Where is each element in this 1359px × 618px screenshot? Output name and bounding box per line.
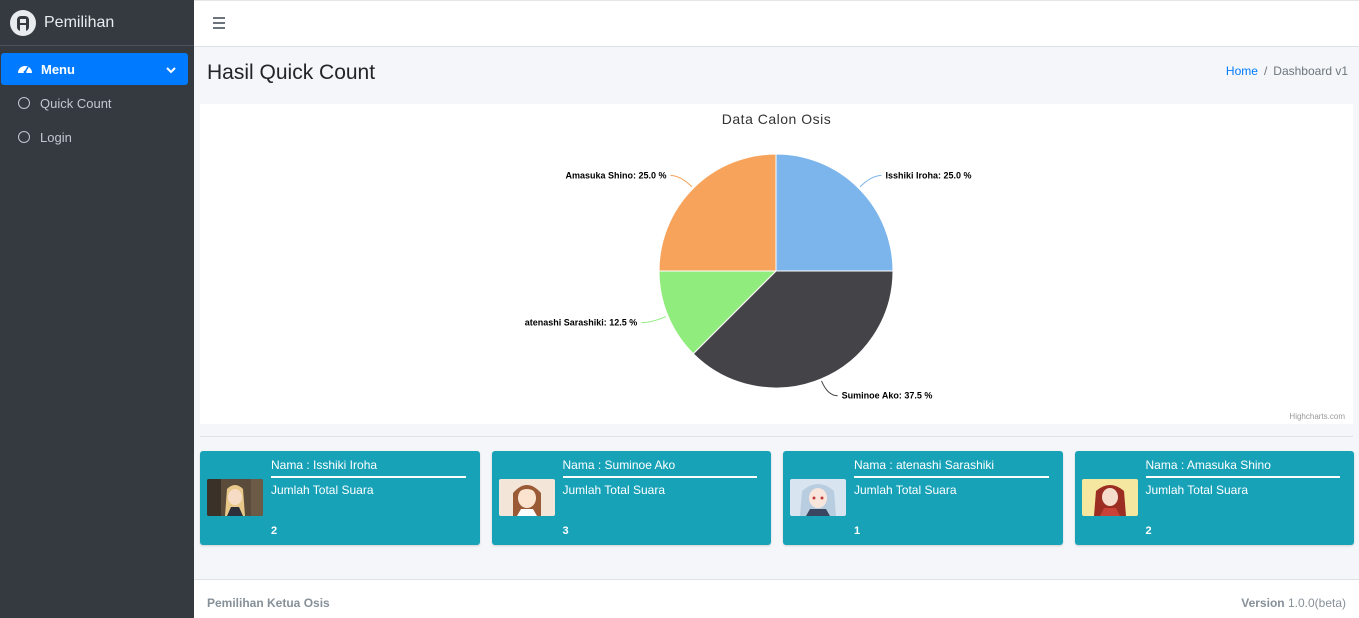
candidate-box: Nama : atenashi Sarashiki Jumlah Total S… [783, 451, 1063, 545]
sidebar-item-login[interactable]: Login [0, 121, 188, 153]
candidate-vote-label: Jumlah Total Suara [854, 483, 957, 497]
candidate-divider [271, 476, 466, 478]
circle-icon [16, 95, 32, 111]
candidate-name: Nama : Suminoe Ako [562, 458, 676, 472]
candidate-vote-count: 1 [854, 525, 861, 537]
pie-connector [641, 316, 667, 324]
brand-link[interactable]: Pemilihan [0, 0, 194, 46]
top-navbar [194, 0, 1359, 47]
sidebar-item-menu[interactable]: Menu [1, 53, 188, 85]
version-value: 1.0.0(beta) [1287, 596, 1346, 610]
candidate-name: Nama : Amasuka Shino [1145, 458, 1271, 472]
candidate-box: Nama : Suminoe Ako Jumlah Total Suara 3 [491, 451, 771, 545]
pie-slice[interactable] [775, 153, 894, 272]
candidate-box: Nama : Isshiki Iroha Jumlah Total Suara … [200, 451, 480, 545]
brand-name: Pemilihan [44, 13, 115, 31]
candidate-vote-count: 2 [1145, 525, 1152, 537]
pie-data-label: Isshiki Iroha: 25.0 % [885, 171, 971, 181]
candidate-photo [498, 479, 555, 516]
pie-connector [821, 380, 838, 397]
candidate-name: Nama : Isshiki Iroha [271, 458, 378, 472]
chart-card: Data Calon Osis Isshiki Iroha: 25.0 % Sum… [200, 104, 1353, 424]
candidate-photo [790, 479, 846, 516]
sidebar: Pemilihan Menu Quick Count Login [0, 0, 194, 618]
hamburger-menu-icon[interactable] [213, 17, 225, 32]
pie-data-label: Amasuka Shino: 25.0 % [565, 171, 666, 181]
brand-logo-icon [10, 9, 36, 36]
tachometer-icon [17, 61, 33, 77]
candidate-vote-count: 2 [271, 525, 278, 537]
pie-connector [670, 175, 693, 188]
candidate-photo [207, 479, 263, 516]
candidate-divider [1145, 476, 1340, 478]
pie-chart: Isshiki Iroha: 25.0 % Suminoe Ako: 37.5 %… [525, 153, 972, 401]
candidate-vote-label: Jumlah Total Suara [271, 483, 374, 497]
candidate-vote-label: Jumlah Total Suara [1145, 483, 1249, 497]
pie-slice[interactable] [658, 153, 777, 272]
chart-credit-link[interactable]: Highcharts.com [1289, 412, 1345, 421]
sidebar-item-label: Quick Count [40, 95, 112, 111]
chevron-down-icon [166, 62, 176, 77]
sidebar-item-quick-count[interactable]: Quick Count [0, 87, 188, 119]
version-label: Version [1241, 596, 1285, 610]
pie-data-label: Suminoe Ako: 37.5 % [842, 391, 933, 401]
candidate-divider [854, 476, 1049, 478]
page-title: Hasil Quick Count [207, 61, 376, 84]
breadcrumb-home-link[interactable]: Home [1226, 64, 1258, 78]
footer: Pemilihan Ketua Osis Version 1.0.0(beta) [194, 579, 1359, 618]
sidebar-item-label: Menu [41, 61, 75, 77]
circle-icon [16, 129, 32, 145]
candidate-name: Nama : atenashi Sarashiki [854, 458, 995, 472]
candidate-divider [562, 476, 757, 478]
footer-version: Version 1.0.0(beta) [1241, 596, 1346, 610]
pie-connector [859, 175, 882, 188]
candidate-box: Nama : Amasuka Shino Jumlah Total Suara … [1074, 451, 1354, 545]
breadcrumb: Home / Dashboard v1 [1226, 64, 1348, 78]
candidate-vote-label: Jumlah Total Suara [562, 483, 666, 497]
divider [200, 436, 1353, 437]
breadcrumb-separator: / [1263, 64, 1268, 78]
pie-data-label: atenashi Sarashiki: 12.5 % [525, 318, 638, 328]
candidate-vote-count: 3 [562, 525, 569, 537]
footer-title: Pemilihan Ketua Osis [207, 596, 330, 610]
candidate-boxes: Nama : Isshiki Iroha Jumlah Total Suara … [200, 451, 1354, 545]
breadcrumb-current: Dashboard v1 [1273, 64, 1348, 78]
candidate-photo [1081, 479, 1138, 516]
sidebar-nav: Menu Quick Count Login [0, 46, 194, 153]
sidebar-item-label: Login [40, 129, 72, 145]
